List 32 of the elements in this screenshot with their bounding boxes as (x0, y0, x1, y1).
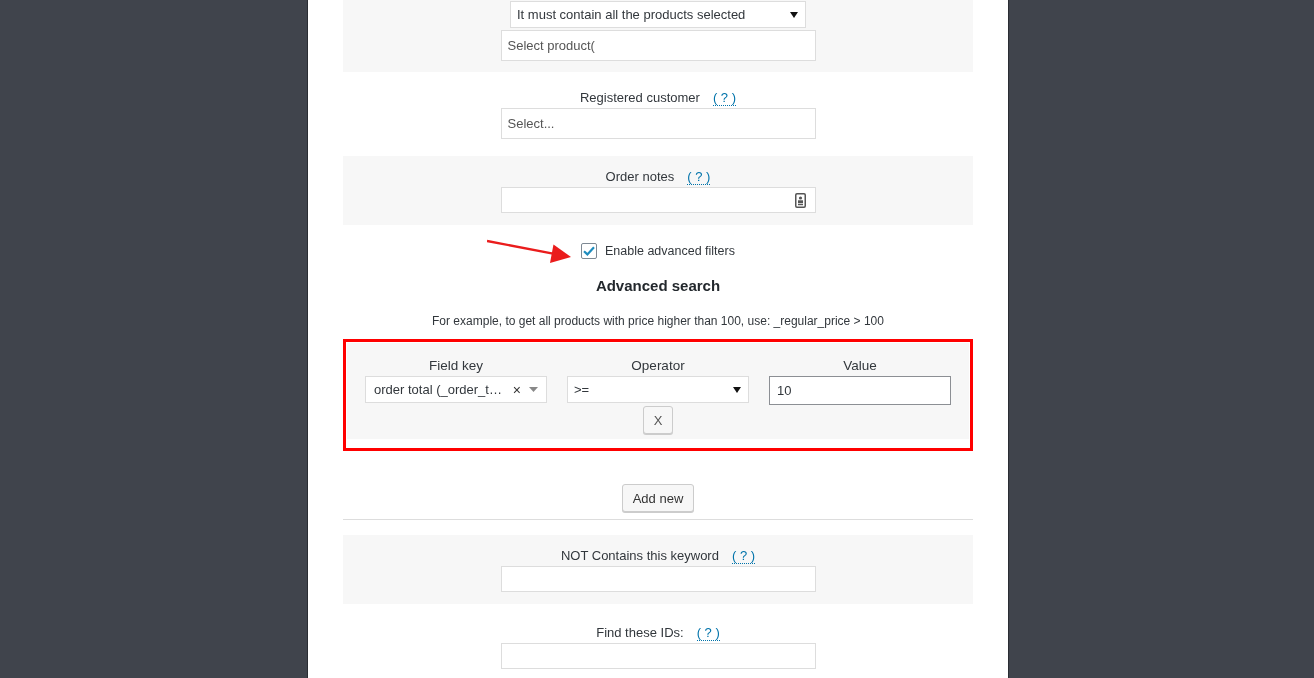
remove-button[interactable]: X (643, 406, 673, 434)
value-field[interactable]: 10 (769, 376, 951, 405)
help-link[interactable]: ( ? ) (696, 625, 720, 641)
column-label: Operator (631, 358, 685, 374)
field-label: Order notes (605, 168, 675, 185)
help-link[interactable]: ( ? ) (687, 169, 711, 185)
checkbox-label[interactable]: Enable advanced filters (605, 244, 735, 258)
checkbox[interactable] (581, 243, 597, 259)
match-mode-select[interactable]: It must contain all the products selected (510, 1, 806, 28)
select-field[interactable]: Select product( (500, 30, 816, 61)
select-field[interactable]: Select... (500, 108, 816, 139)
help-link[interactable]: ( ? ) (731, 548, 756, 564)
column-label: Field key (429, 358, 483, 374)
caret-icon (733, 386, 741, 393)
add-button[interactable]: Add new (621, 484, 695, 512)
clear-icon[interactable]: × (512, 381, 521, 398)
operator-select[interactable]: >= (567, 376, 749, 403)
field-key-select[interactable]: order total (_order_t… × (365, 376, 547, 403)
column-label: Value (843, 358, 877, 374)
help-link[interactable]: ( ? ) (712, 90, 737, 106)
text-field[interactable] (500, 643, 816, 669)
example-hint: For example, to get all products with price higher than 100, use: _regular_price > 100 (431, 313, 885, 329)
text-field[interactable] (500, 566, 816, 592)
caret-icon (529, 387, 538, 392)
field-label: NOT Contains this keyword (560, 547, 719, 564)
text-field[interactable] (500, 187, 816, 213)
person-card-icon[interactable] (794, 192, 806, 208)
checkmark-icon (583, 246, 595, 256)
section-heading: Advanced search (594, 277, 722, 295)
caret-icon (790, 11, 798, 18)
field-label: Find these IDs: (596, 624, 684, 641)
field-label: Registered customer (579, 89, 700, 106)
